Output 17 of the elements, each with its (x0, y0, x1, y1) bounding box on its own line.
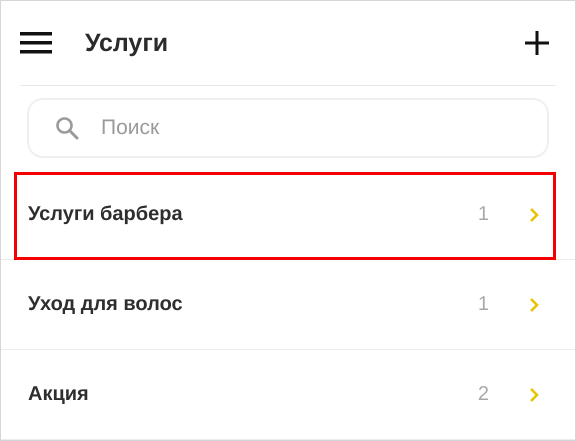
category-label: Уход для волос (28, 293, 184, 316)
item-count: 1 (478, 293, 489, 316)
plus-icon[interactable] (525, 31, 549, 56)
item-count: 1 (478, 203, 489, 226)
category-label: Акция (28, 383, 90, 406)
chevron-icon (529, 206, 539, 223)
category-row[interactable]: Акция 2 (1, 350, 575, 440)
category-row[interactable]: Услуги барбера 1 (1, 170, 575, 260)
search-icon (55, 116, 79, 140)
menu-icon[interactable] (20, 32, 52, 54)
chevron-icon (529, 296, 539, 313)
page-title: Услуги (85, 28, 170, 58)
item-count: 2 (478, 383, 489, 406)
chevron-icon (529, 386, 539, 402)
category-row[interactable]: Уход для волос 1 (1, 260, 575, 350)
category-label: Услуги барбера (28, 203, 184, 226)
search-field[interactable]: Поиск (27, 98, 549, 158)
